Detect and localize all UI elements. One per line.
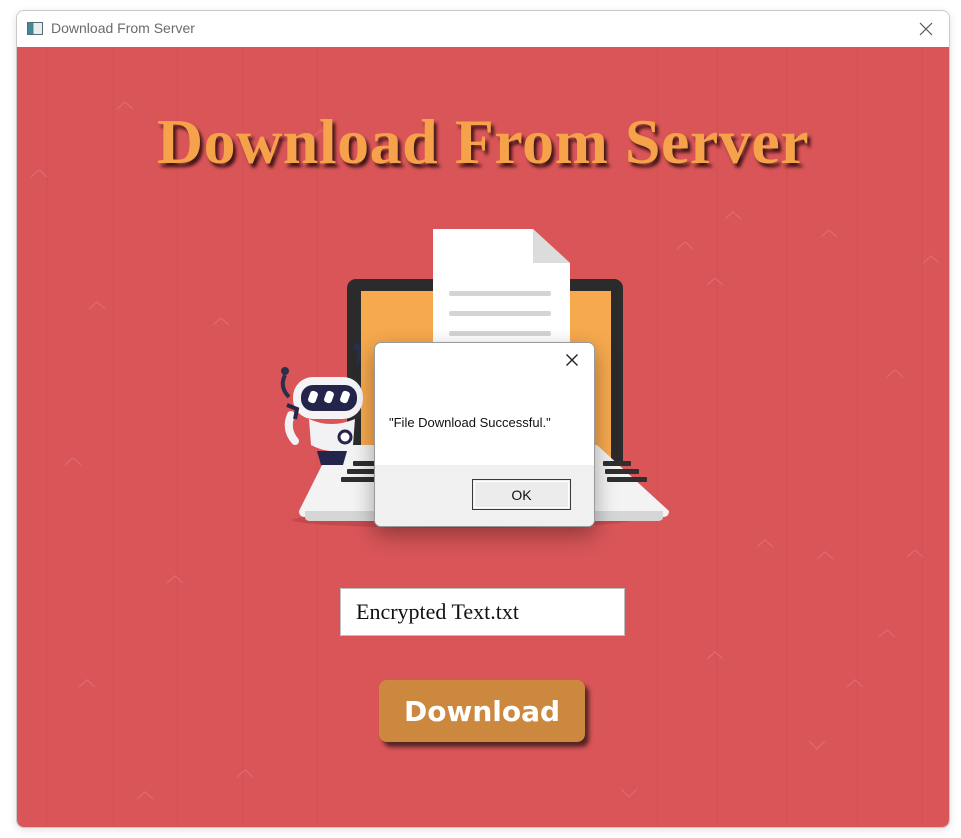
page-heading: Download From Server [156, 106, 810, 177]
dialog-close-button[interactable] [550, 343, 594, 377]
window-title: Download From Server [51, 20, 195, 36]
ok-button[interactable]: OK [472, 479, 571, 510]
app-window-icon [27, 22, 43, 35]
filename-input[interactable] [340, 588, 625, 636]
message-dialog: "File Download Successful." OK [374, 342, 595, 527]
close-icon [919, 22, 933, 36]
download-button[interactable]: Download [379, 680, 585, 742]
close-icon [566, 354, 578, 366]
title-bar: Download From Server [17, 11, 949, 47]
dialog-footer: OK [375, 465, 594, 526]
dialog-message: "File Download Successful." [389, 415, 551, 430]
window-close-button[interactable] [903, 11, 949, 47]
